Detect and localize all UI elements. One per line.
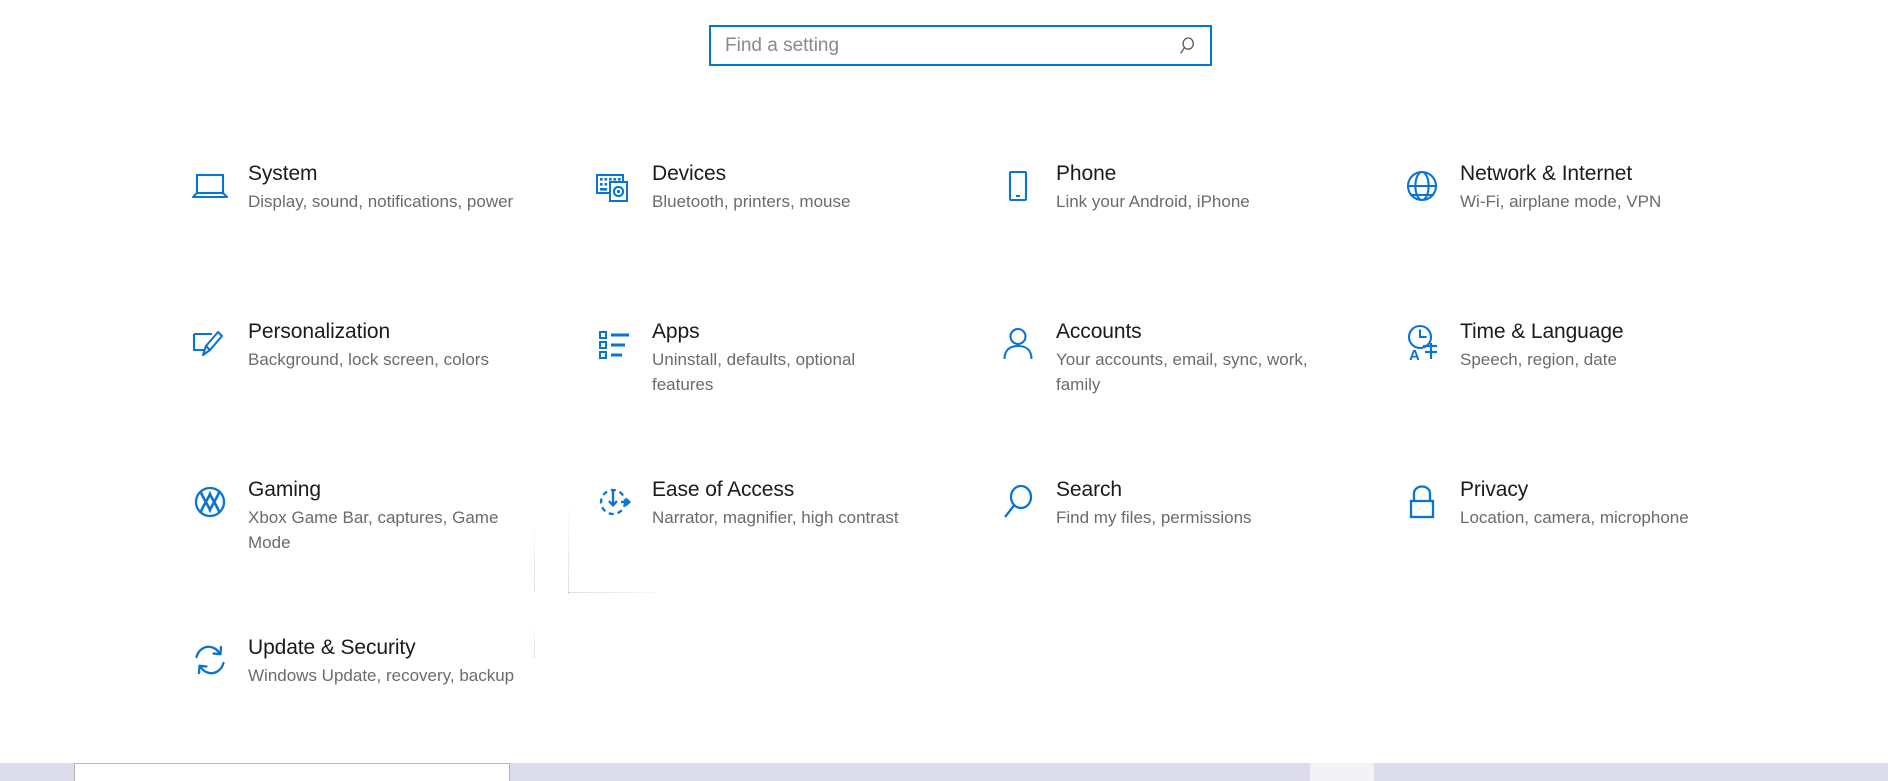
- find-a-setting-search-box[interactable]: [709, 25, 1212, 66]
- search-icon[interactable]: [1176, 34, 1200, 58]
- settings-tile-title: Ease of Access: [652, 478, 795, 501]
- settings-tile-title: Personalization: [248, 320, 391, 343]
- settings-tile-text: Phone Link your Android, iPhone: [1056, 160, 1398, 214]
- settings-tile-system[interactable]: System Display, sound, notifications, po…: [186, 160, 590, 318]
- settings-tile-text: Ease of Access Narrator, magnifier, high…: [652, 476, 994, 530]
- settings-tile-subtitle: Xbox Game Bar, captures, Game Mode: [248, 508, 499, 552]
- settings-tile-text: Time & Language Speech, region, date: [1460, 318, 1802, 372]
- keyboard-mouse-icon: [590, 162, 638, 210]
- settings-tile-title: Update & Security: [248, 636, 416, 659]
- settings-tile-devices[interactable]: Devices Bluetooth, printers, mouse: [590, 160, 994, 318]
- person-icon: [994, 320, 1042, 368]
- settings-tile-apps[interactable]: Apps Uninstall, defaults, optional featu…: [590, 318, 994, 476]
- settings-tile-personalization[interactable]: Personalization Background, lock screen,…: [186, 318, 590, 476]
- settings-tile-text: System Display, sound, notifications, po…: [248, 160, 590, 214]
- settings-tile-privacy[interactable]: Privacy Location, camera, microphone: [1398, 476, 1802, 634]
- search-container: [709, 25, 1212, 66]
- refresh-icon: [186, 636, 234, 684]
- taskbar-segment-light: [1310, 763, 1374, 781]
- settings-tile-search[interactable]: Search Find my files, permissions: [994, 476, 1398, 634]
- settings-tile-text: Search Find my files, permissions: [1056, 476, 1398, 530]
- globe-icon: [1398, 162, 1446, 210]
- lock-icon: [1398, 478, 1446, 526]
- settings-tile-title: Search: [1056, 478, 1122, 501]
- search-input[interactable]: [725, 34, 1176, 57]
- settings-tile-gaming[interactable]: Gaming Xbox Game Bar, captures, Game Mod…: [186, 476, 590, 634]
- settings-tile-subtitle: Wi-Fi, airplane mode, VPN: [1460, 192, 1662, 211]
- settings-category-grid: System Display, sound, notifications, po…: [186, 160, 1846, 781]
- settings-tile-subtitle: Location, camera, microphone: [1460, 508, 1689, 527]
- settings-tile-title: Devices: [652, 162, 726, 185]
- settings-tile-title: Time & Language: [1460, 320, 1624, 343]
- settings-tile-subtitle: Narrator, magnifier, high contrast: [652, 508, 899, 527]
- settings-tile-text: Privacy Location, camera, microphone: [1460, 476, 1802, 530]
- settings-tile-title: Network & Internet: [1460, 162, 1633, 185]
- settings-tile-text: Accounts Your accounts, email, sync, wor…: [1056, 318, 1398, 397]
- settings-tile-text: Apps Uninstall, defaults, optional featu…: [652, 318, 994, 397]
- settings-tile-text: Gaming Xbox Game Bar, captures, Game Mod…: [248, 476, 590, 555]
- laptop-icon: [186, 162, 234, 210]
- clock-language-icon: A: [1398, 320, 1446, 368]
- settings-tile-update-security[interactable]: Update & Security Windows Update, recove…: [186, 634, 590, 781]
- xbox-icon: [186, 478, 234, 526]
- settings-tile-subtitle: Link your Android, iPhone: [1056, 192, 1250, 211]
- settings-tile-subtitle: Your accounts, email, sync, work, family: [1056, 350, 1308, 394]
- phone-icon: [994, 162, 1042, 210]
- settings-tile-accounts[interactable]: Accounts Your accounts, email, sync, wor…: [994, 318, 1398, 476]
- settings-tile-title: Privacy: [1460, 478, 1529, 501]
- ease-of-access-icon: [590, 478, 638, 526]
- settings-tile-subtitle: Speech, region, date: [1460, 350, 1617, 369]
- settings-tile-subtitle: Find my files, permissions: [1056, 508, 1252, 527]
- settings-tile-phone[interactable]: Phone Link your Android, iPhone: [994, 160, 1398, 318]
- background-window-edge: [74, 763, 510, 781]
- settings-tile-subtitle: Uninstall, defaults, optional features: [652, 350, 856, 394]
- settings-home-page: System Display, sound, notifications, po…: [0, 0, 1888, 781]
- monitor-brush-icon: [186, 320, 234, 368]
- settings-tile-time-language[interactable]: A Time & Language Speech, region, date: [1398, 318, 1802, 476]
- settings-tile-subtitle: Display, sound, notifications, power: [248, 192, 514, 211]
- settings-tile-text: Network & Internet Wi-Fi, airplane mode,…: [1460, 160, 1802, 214]
- settings-tile-subtitle: Windows Update, recovery, backup: [248, 666, 515, 685]
- settings-tile-text: Devices Bluetooth, printers, mouse: [652, 160, 994, 214]
- app-list-icon: [590, 320, 638, 368]
- settings-tile-ease-of-access[interactable]: Ease of Access Narrator, magnifier, high…: [590, 476, 994, 634]
- magnifier-icon: [994, 478, 1042, 526]
- settings-tile-title: System: [248, 162, 318, 185]
- settings-tile-title: Apps: [652, 320, 700, 343]
- settings-tile-subtitle: Background, lock screen, colors: [248, 350, 489, 369]
- settings-tile-text: Personalization Background, lock screen,…: [248, 318, 590, 372]
- settings-tile-title: Phone: [1056, 162, 1117, 185]
- settings-tile-title: Gaming: [248, 478, 321, 501]
- settings-tile-subtitle: Bluetooth, printers, mouse: [652, 192, 851, 211]
- svg-text:A: A: [1409, 347, 1420, 364]
- settings-tile-text: Update & Security Windows Update, recove…: [248, 634, 590, 688]
- settings-tile-title: Accounts: [1056, 320, 1142, 343]
- settings-tile-network-internet[interactable]: Network & Internet Wi-Fi, airplane mode,…: [1398, 160, 1802, 318]
